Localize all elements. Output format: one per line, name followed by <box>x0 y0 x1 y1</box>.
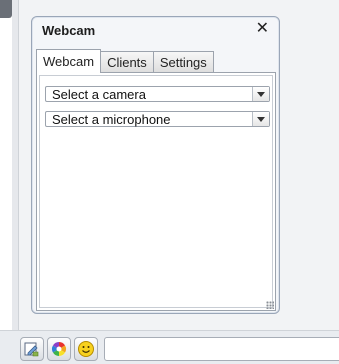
tab-clients[interactable]: Clients <box>100 51 154 72</box>
window-title: Webcam <box>42 23 96 38</box>
tab-webcam[interactable]: Webcam <box>36 49 102 73</box>
webcam-window: Webcam ✕ Webcam Clients Settings Select … <box>31 16 280 314</box>
webcam-panel: Select a camera Select a microphone <box>36 72 276 311</box>
left-panel-edge <box>0 0 12 18</box>
chevron-down-icon[interactable] <box>252 87 269 101</box>
color-wheel-icon[interactable] <box>47 337 71 361</box>
close-icon[interactable]: ✕ <box>256 21 269 37</box>
tab-bar: Webcam Clients Settings <box>36 49 214 73</box>
bottom-toolbar <box>0 330 339 364</box>
camera-select[interactable]: Select a camera <box>45 86 270 102</box>
camera-select-value: Select a camera <box>52 87 146 102</box>
chevron-down-icon[interactable] <box>252 112 269 126</box>
tab-settings[interactable]: Settings <box>152 51 214 72</box>
microphone-select-value: Select a microphone <box>52 112 171 127</box>
chat-input[interactable] <box>104 337 339 361</box>
edit-icon[interactable] <box>20 337 44 361</box>
resize-handle[interactable] <box>266 301 274 309</box>
microphone-select[interactable]: Select a microphone <box>45 111 270 127</box>
left-rail <box>12 0 19 330</box>
panel-inner-frame: Select a camera Select a microphone <box>39 75 273 308</box>
smiley-icon[interactable] <box>74 337 98 361</box>
